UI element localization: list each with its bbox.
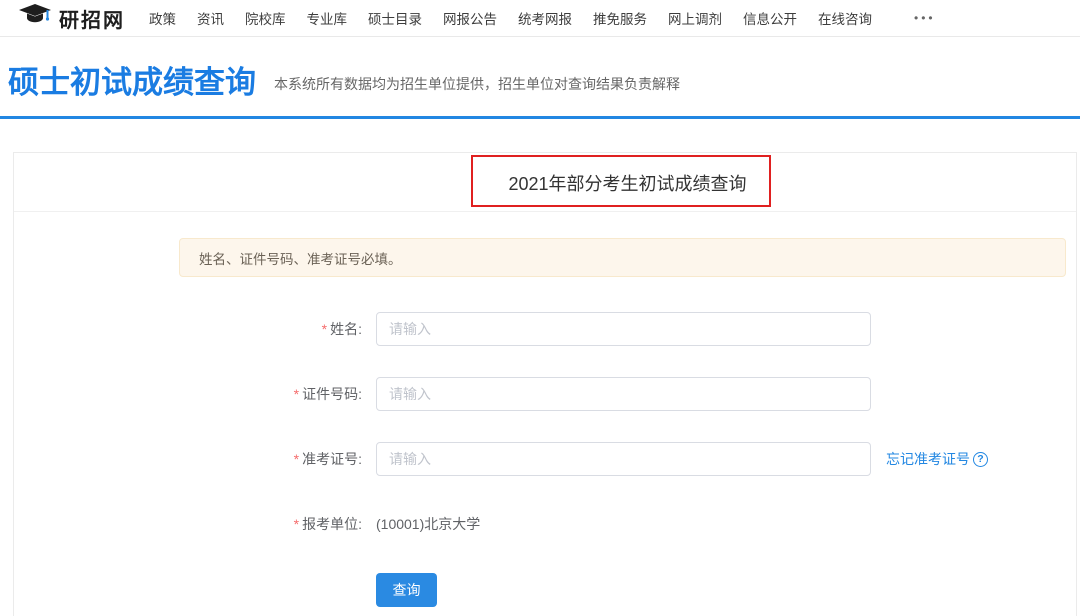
required-asterisk: * — [294, 386, 299, 402]
id-number-field-label: *证件号码: — [179, 384, 376, 404]
panel-title-row: 2021年部分考生初试成绩查询 — [14, 153, 1076, 212]
ticket-number-field-row: *准考证号: 忘记准考证号? — [179, 442, 1076, 476]
target-unit-label: *报考单位: — [179, 514, 376, 534]
name-input[interactable] — [376, 312, 871, 346]
score-query-page: 研招网 政策 资讯 院校库 专业库 硕士目录 网报公告 统考网报 推免服务 网上… — [0, 0, 1080, 616]
question-mark-icon: ? — [973, 452, 988, 467]
nav-item-exempt-service[interactable]: 推免服务 — [593, 8, 647, 28]
site-logo[interactable]: 研招网 — [18, 4, 125, 33]
id-number-field-row: *证件号码: — [179, 377, 1076, 411]
nav-menu: 政策 资讯 院校库 专业库 硕士目录 网报公告 统考网报 推免服务 网上调剂 信… — [149, 8, 936, 28]
header-divider — [0, 116, 1080, 119]
page-subtitle: 本系统所有数据均为招生单位提供，招生单位对查询结果负责解释 — [274, 74, 680, 98]
ticket-number-input[interactable] — [376, 442, 871, 476]
target-unit-value: (10001)北京大学 — [376, 514, 480, 534]
required-fields-notice: 姓名、证件号码、准考证号必填。 — [179, 238, 1066, 277]
required-asterisk: * — [294, 451, 299, 467]
query-panel: 2021年部分考生初试成绩查询 姓名、证件号码、准考证号必填。 *姓名: *证件… — [13, 152, 1077, 616]
panel-title: 2021年部分考生初试成绩查询 — [179, 153, 1076, 212]
nav-item-online-adjustment[interactable]: 网上调剂 — [668, 8, 722, 28]
name-field-row: *姓名: — [179, 312, 1076, 346]
nav-item-master-catalog[interactable]: 硕士目录 — [368, 8, 422, 28]
nav-item-info-disclosure[interactable]: 信息公开 — [743, 8, 797, 28]
nav-item-news[interactable]: 资讯 — [197, 8, 224, 28]
submit-row: 查询 — [179, 573, 1076, 607]
graduation-cap-icon — [18, 4, 52, 32]
required-asterisk: * — [294, 516, 299, 532]
required-asterisk: * — [322, 321, 327, 337]
forgot-ticket-link[interactable]: 忘记准考证号? — [886, 449, 988, 469]
nav-more-dots-icon[interactable]: ••• — [914, 11, 936, 25]
query-form: 姓名、证件号码、准考证号必填。 *姓名: *证件号码: *准考证号: 忘记准考证… — [14, 212, 1076, 607]
top-navigation: 研招网 政策 资讯 院校库 专业库 硕士目录 网报公告 统考网报 推免服务 网上… — [0, 0, 1080, 37]
nav-item-major-library[interactable]: 专业库 — [307, 8, 348, 28]
target-unit-row: *报考单位: (10001)北京大学 — [179, 507, 1076, 541]
query-button[interactable]: 查询 — [376, 573, 437, 607]
nav-item-college-library[interactable]: 院校库 — [245, 8, 286, 28]
ticket-number-field-label: *准考证号: — [179, 449, 376, 469]
site-logo-text: 研招网 — [59, 4, 125, 33]
nav-item-online-announcement[interactable]: 网报公告 — [443, 8, 497, 28]
nav-item-online-consult[interactable]: 在线咨询 — [818, 8, 872, 28]
nav-item-unified-exam[interactable]: 统考网报 — [518, 8, 572, 28]
name-field-label: *姓名: — [179, 319, 376, 339]
page-header: 硕士初试成绩查询 本系统所有数据均为招生单位提供，招生单位对查询结果负责解释 — [0, 37, 1080, 116]
id-number-input[interactable] — [376, 377, 871, 411]
page-title: 硕士初试成绩查询 — [8, 67, 256, 98]
nav-item-policy[interactable]: 政策 — [149, 8, 176, 28]
